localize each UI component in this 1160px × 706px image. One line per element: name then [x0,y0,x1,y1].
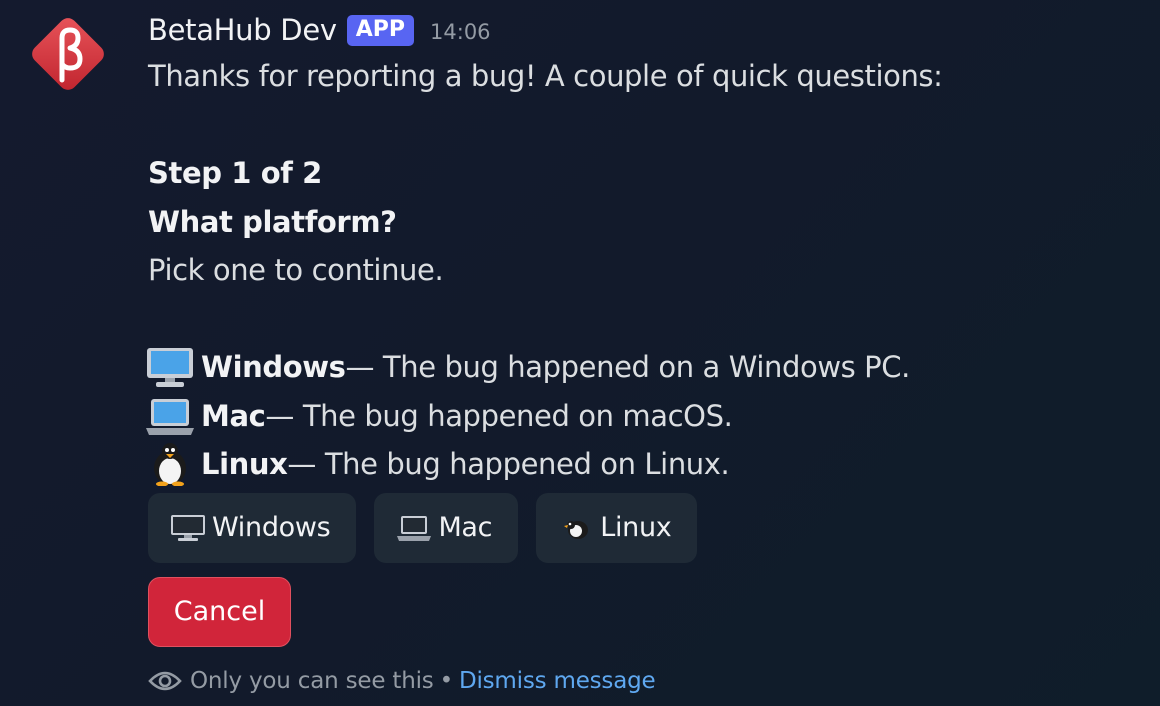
message-content: BetaHub Dev APP 14:06 Thanks for reporti… [146,8,1140,695]
dismiss-message-link[interactable]: Dismiss message [459,668,656,694]
windows-button-label: Windows [212,512,331,543]
option-windows-description: — The bug happened on a Windows PC. [345,350,911,384]
laptop-icon [146,398,194,435]
mac-button-label: Mac [438,512,493,543]
linux-button-label: Linux [600,512,672,543]
option-windows: Windows — The bug happened on a Windows … [147,343,1140,392]
option-mac-name: Mac [201,398,266,433]
cancel-button[interactable]: Cancel [148,576,291,647]
intro-text: Thanks for reporting a bug! A couple of … [148,59,943,93]
option-mac-description: — The bug happened on macOS. [265,398,733,433]
option-windows-name: Windows [201,350,346,384]
penguin-icon [154,443,186,487]
separator-dot: • [439,667,454,694]
desktop-computer-icon [171,514,205,541]
platform-button-row: Windows Mac Linux [148,492,1140,563]
message-timestamp[interactable]: 14:06 [430,20,491,44]
option-linux-name: Linux [201,447,288,481]
step-heading: Step 1 of 2 [148,156,322,190]
option-linux-description: — The bug happened on Linux. [287,447,730,481]
bot-message: BetaHub Dev APP 14:06 Thanks for reporti… [0,0,1160,706]
penguin-icon [564,520,589,539]
windows-button[interactable]: Windows [148,492,357,563]
desktop-computer-icon [147,348,193,388]
instruction-text: Pick one to continue. [148,253,444,287]
option-linux: Linux — The bug happened on Linux. [148,440,1140,489]
ephemeral-notice: Only you can see this • Dismiss message [148,667,1140,695]
option-mac: Mac — The bug happened on macOS. [146,392,1140,441]
betahub-avatar-icon[interactable] [22,8,114,100]
app-badge: APP [346,14,415,46]
eye-icon [148,671,182,690]
author-name[interactable]: BetaHub Dev [148,13,337,47]
visibility-text: Only you can see this [190,667,434,694]
linux-button[interactable]: Linux [536,492,698,563]
mac-button[interactable]: Mac [374,492,519,563]
laptop-icon [397,515,432,541]
message-header: BetaHub Dev APP 14:06 [148,8,1140,52]
question-heading: What platform? [148,204,397,239]
